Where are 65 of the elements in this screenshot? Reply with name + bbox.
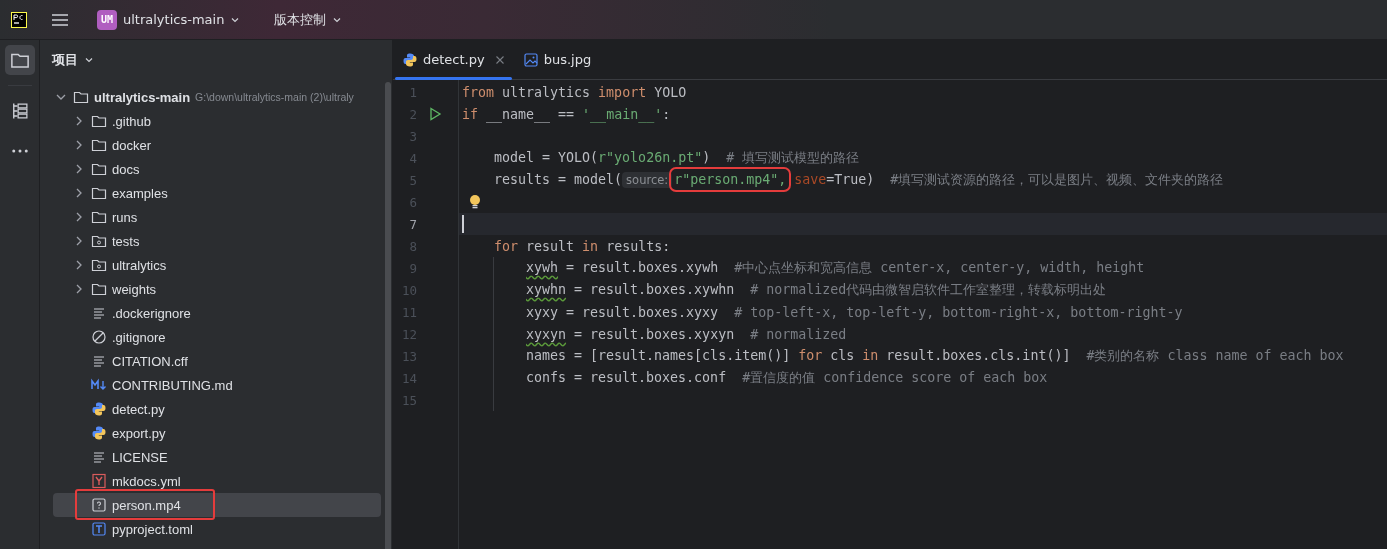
code-line: from ultralytics import YOLO — [462, 84, 687, 100]
run-icon[interactable] — [427, 106, 443, 122]
tree-item[interactable]: examples — [53, 181, 381, 205]
tree-item[interactable]: person.mp4 — [53, 493, 381, 517]
project-tool-button[interactable] — [4, 45, 35, 75]
folder-icon — [91, 209, 107, 225]
path-label: G:\down\ultralytics-main (2)\ultraly — [195, 91, 354, 103]
folder-icon — [91, 233, 107, 249]
python-icon — [91, 425, 107, 441]
code-line: xywhn = result.boxes.xywhn # normalized代码由微智启软件工作室整理，转载标明出处 — [526, 281, 1107, 299]
text-file-icon — [91, 305, 107, 321]
yaml-file-icon — [91, 473, 107, 489]
tree-item[interactable]: docs — [53, 157, 381, 181]
scrollbar[interactable] — [385, 82, 391, 549]
lightbulb-icon[interactable] — [468, 194, 482, 210]
code-line: model = YOLO(r"yolo26n.pt") # 填写测试模型的路径 — [493, 149, 860, 167]
tree-item[interactable]: mkdocs.yml — [53, 469, 381, 493]
folder-icon — [91, 185, 107, 201]
tree-item[interactable]: CONTRIBUTING.md — [53, 373, 381, 397]
tree-item[interactable]: export.py — [53, 421, 381, 445]
code-line: if __name__ == '__main__': — [462, 106, 671, 122]
app-logo-icon[interactable] — [11, 11, 27, 28]
code-line: names = [result.names[cls.item()] for cls in result.boxes.cls.int()] #类别的名称 class name of each box — [526, 347, 1344, 365]
menu-icon[interactable] — [51, 11, 69, 28]
code-line: xyxy = result.boxes.xyxy # top-left-x, top-left-y, bottom-right-x, bottom-right-y — [526, 304, 1183, 320]
tree-item[interactable]: .gitignore — [53, 325, 381, 349]
close-icon[interactable] — [494, 54, 505, 65]
panel-title[interactable]: 项目 — [52, 51, 78, 69]
folder-icon — [91, 161, 107, 177]
editor-tab[interactable]: bus.jpg — [513, 40, 601, 79]
tree-item[interactable]: ultralytics-main G:\down\ultralytics-main (2)\ultraly — [53, 85, 392, 109]
more-icon — [11, 149, 28, 153]
tree-item[interactable]: .github — [53, 109, 381, 133]
editor-tab[interactable]: detect.py — [393, 40, 514, 79]
vcs-menu[interactable]: 版本控制 — [268, 6, 349, 33]
folder-icon — [73, 89, 89, 105]
tree-item[interactable]: docker — [53, 133, 381, 157]
tree-item[interactable]: detect.py — [53, 397, 381, 421]
toml-file-icon — [91, 521, 107, 537]
code-line: for result in results: — [493, 238, 671, 254]
tree-item[interactable]: ultralytics — [53, 253, 381, 277]
text-file-icon — [91, 449, 107, 465]
tree-item[interactable]: runs — [53, 205, 381, 229]
folder-icon — [91, 137, 107, 153]
python-icon — [402, 51, 418, 68]
tree-item[interactable]: pyproject.toml — [53, 517, 381, 541]
tree-item[interactable]: .dockerignore — [53, 301, 381, 325]
image-file-icon — [522, 51, 539, 68]
blocked-icon — [91, 329, 107, 345]
tree-item[interactable]: CITATION.cff — [53, 349, 381, 373]
line-number: 7 — [408, 216, 417, 232]
unknown-file-icon — [91, 497, 107, 513]
project-selector[interactable]: UM ultralytics-main — [91, 5, 247, 34]
tree-item[interactable]: tests — [53, 229, 381, 253]
code-line: confs = result.boxes.conf #置信度的值 confidence score of each box — [526, 369, 1048, 387]
code-line: xywh = result.boxes.xywh #中心点坐标和宽高信息 center-x, center-y, width, height — [526, 259, 1145, 277]
code-line: xyxyn = result.boxes.xyxyn # normalized — [526, 326, 847, 342]
tree-item[interactable]: LICENSE — [53, 445, 381, 469]
folder-icon — [91, 281, 107, 297]
folder-icon — [91, 257, 107, 273]
tree-item[interactable]: weights — [53, 277, 381, 301]
folder-icon — [91, 113, 107, 129]
python-icon — [91, 401, 107, 417]
chevron-down-icon[interactable] — [84, 55, 94, 65]
text-file-icon — [91, 353, 107, 369]
